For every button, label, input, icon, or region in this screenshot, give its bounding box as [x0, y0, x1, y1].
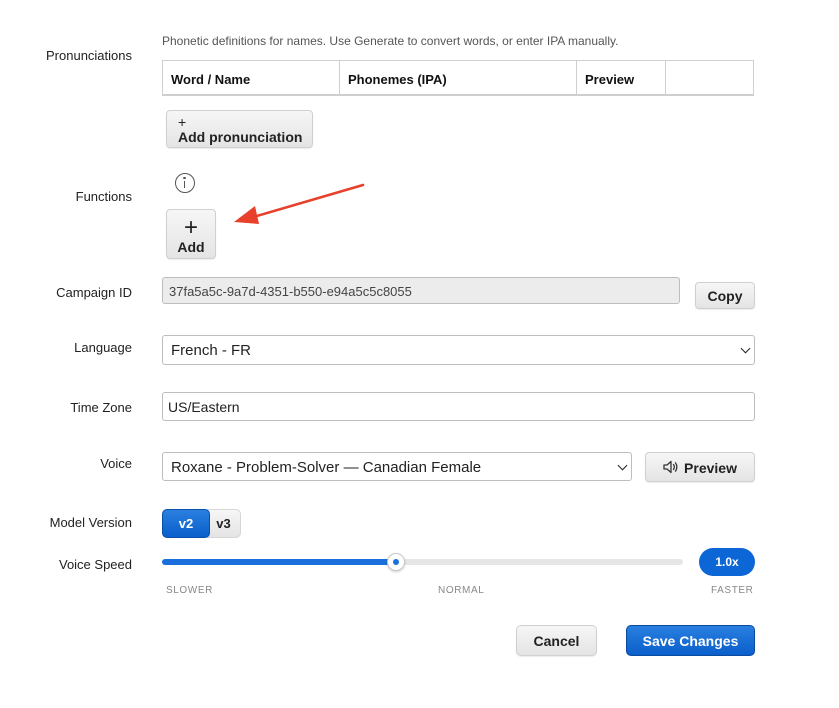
add-pronunciation-label: Add pronunciation: [178, 128, 303, 145]
speed-tick-normal: NORMAL: [438, 585, 485, 596]
column-header-preview: Preview: [577, 61, 666, 94]
voice-preview-label: Preview: [684, 460, 737, 476]
speed-tick-faster: FASTER: [711, 585, 754, 596]
speed-tick-slower: SLOWER: [166, 585, 213, 596]
pronunciations-table: Word / Name Phonemes (IPA) Preview: [162, 60, 754, 96]
chevron-down-icon: [740, 343, 751, 354]
pronunciations-hint: Phonetic definitions for names. Use Gene…: [162, 34, 619, 48]
voice-speed-value-badge: 1.0x: [699, 548, 755, 576]
language-value: French - FR: [171, 342, 252, 359]
time-zone-label: Time Zone: [70, 400, 132, 415]
column-header-actions: [666, 61, 753, 94]
add-function-button[interactable]: + Add: [166, 209, 216, 259]
voice-label: Voice: [100, 456, 132, 471]
info-icon[interactable]: [175, 173, 195, 193]
chevron-down-icon: [617, 460, 628, 471]
model-version-v3-toggle[interactable]: v3: [207, 509, 241, 538]
plus-icon: +: [178, 113, 187, 130]
plus-icon: +: [183, 213, 198, 241]
campaign-id-label: Campaign ID: [56, 285, 132, 300]
voice-value: Roxane - Problem-Solver — Canadian Femal…: [171, 459, 482, 476]
voice-speed-slider-handle[interactable]: [387, 553, 406, 571]
time-zone-input[interactable]: US/Eastern: [162, 392, 755, 421]
voice-speed-fill: [162, 559, 397, 565]
campaign-id-field[interactable]: 37fa5a5c-9a7d-4351-b550-e94a5c5c8055: [162, 277, 680, 304]
language-label: Language: [74, 340, 132, 355]
model-version-v2-toggle[interactable]: v2: [162, 509, 210, 538]
column-header-phonemes: Phonemes (IPA): [340, 61, 577, 94]
voice-preview-button[interactable]: Preview: [645, 452, 755, 482]
functions-label: Functions: [75, 189, 132, 204]
add-pronunciation-button[interactable]: + Add pronunciation: [166, 110, 313, 148]
annotation-arrow-icon: [234, 183, 365, 224]
cancel-button[interactable]: Cancel: [516, 625, 597, 656]
voice-select[interactable]: Roxane - Problem-Solver — Canadian Femal…: [162, 452, 632, 481]
speaker-icon: [663, 460, 678, 474]
add-function-label: Add: [177, 238, 205, 255]
pronunciations-label: Pronunciations: [46, 48, 132, 63]
copy-button[interactable]: Copy: [695, 282, 755, 309]
column-header-word: Word / Name: [163, 61, 340, 94]
save-changes-button[interactable]: Save Changes: [626, 625, 755, 656]
voice-speed-label: Voice Speed: [58, 557, 132, 572]
language-select[interactable]: French - FR: [162, 335, 755, 365]
model-version-label: Model Version: [49, 515, 132, 530]
